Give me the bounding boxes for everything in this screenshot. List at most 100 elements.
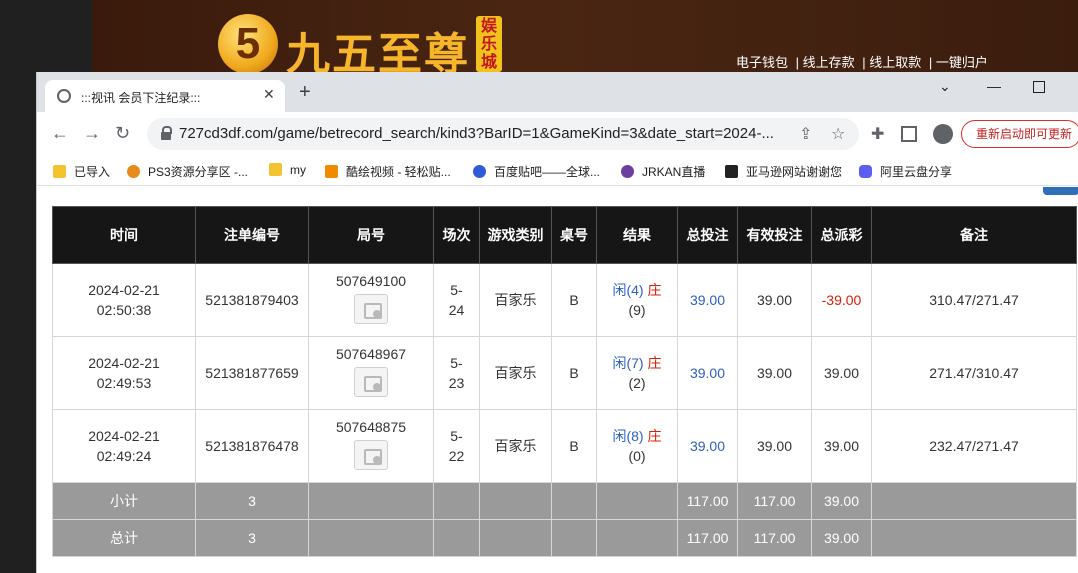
cell-valid-bet: 39.00 <box>737 409 812 483</box>
subtotal-valid-bet: 117.00 <box>737 482 812 520</box>
share-icon[interactable]: ⇪ <box>799 124 812 144</box>
side-panel-icon[interactable] <box>901 126 917 142</box>
cell-time: 2024-02-21 02:49:24 <box>52 409 196 483</box>
relaunch-button[interactable]: 重新启动即可更新 <box>961 120 1078 148</box>
cell-total-bet: 39.00 <box>677 409 738 483</box>
cell-time: 2024-02-21 02:49:53 <box>52 336 196 410</box>
address-bar[interactable]: 727cd3df.com/game/betrecord_search/kind3… <box>147 118 859 150</box>
url-text: 727cd3df.com/game/betrecord_search/kind3… <box>179 125 774 142</box>
close-icon[interactable]: ✕ <box>263 86 275 103</box>
profile-avatar[interactable] <box>933 124 953 144</box>
nav-consolidate[interactable]: 一键归户 <box>936 55 988 70</box>
grand-total-label: 总计 <box>52 519 196 557</box>
grand-total-total-bet: 117.00 <box>677 519 738 557</box>
video-replay-icon[interactable] <box>354 294 388 324</box>
header-total-bet: 总投注 <box>677 206 738 264</box>
subtotal-count: 3 <box>195 482 309 520</box>
bookmarks-bar: 已导入 PS3资源分享区 -... my 酷绘视频 - 轻松贴... 百度贴吧—… <box>37 156 1078 186</box>
new-tab-button[interactable]: + <box>299 82 311 102</box>
bookmark-item[interactable]: PS3资源分享区 -... <box>127 163 248 180</box>
browser-window: :::视讯 会员下注纪录::: ✕ + ⌄ — ← → ↻ 727cd3df.c… <box>36 72 1078 573</box>
cell-note: 232.47/271.47 <box>871 409 1077 483</box>
header-payout: 总派彩 <box>811 206 872 264</box>
video-replay-icon[interactable] <box>354 367 388 397</box>
bookmark-item[interactable]: 亚马逊网站谢谢您 <box>725 163 842 180</box>
grand-total-count: 3 <box>195 519 309 557</box>
cell-result: 闲(8) 庄 (0) <box>596 409 678 483</box>
cell-round: 507648875 <box>308 409 434 483</box>
minimize-button[interactable]: — <box>987 78 1001 94</box>
globe-icon <box>57 89 71 103</box>
star-icon[interactable]: ☆ <box>831 124 845 144</box>
folder-icon <box>53 165 66 178</box>
table-row: 2024-02-21 02:50:38 521381879403 50764910… <box>52 263 1077 337</box>
cell-note: 271.47/310.47 <box>871 336 1077 410</box>
bookmark-item[interactable]: 百度贴吧——全球... <box>473 163 600 180</box>
cell-total-bet: 39.00 <box>677 336 738 410</box>
header-result: 结果 <box>596 206 678 264</box>
cell-bet-no: 521381877659 <box>195 336 309 410</box>
header-valid-bet: 有效投注 <box>737 206 812 264</box>
cell-payout: 39.00 <box>811 409 872 483</box>
header-session: 场次 <box>433 206 480 264</box>
lock-icon <box>161 126 172 140</box>
tab-title: :::视讯 会员下注纪录::: <box>81 91 201 105</box>
cell-game-type: 百家乐 <box>479 263 552 337</box>
bookmark-item[interactable]: my <box>269 163 306 177</box>
cell-valid-bet: 39.00 <box>737 263 812 337</box>
cell-session: 5- 22 <box>433 409 480 483</box>
header-time: 时间 <box>52 206 196 264</box>
nav-deposit[interactable]: 线上存款 <box>803 55 855 70</box>
cell-time: 2024-02-21 02:50:38 <box>52 263 196 337</box>
page-content: 时间 注单编号 局号 场次 游戏类别 桌号 结果 总投注 有效投注 总派彩 备注… <box>37 187 1078 573</box>
cell-valid-bet: 39.00 <box>737 336 812 410</box>
cell-total-bet: 39.00 <box>677 263 738 337</box>
cell-table-no: B <box>551 336 597 410</box>
header-bet-no: 注单编号 <box>195 206 309 264</box>
browser-toolbar: ← → ↻ 727cd3df.com/game/betrecord_search… <box>37 112 1078 156</box>
chevron-down-icon[interactable]: ⌄ <box>939 78 951 95</box>
cell-game-type: 百家乐 <box>479 336 552 410</box>
back-button[interactable]: ← <box>51 124 69 142</box>
cell-note: 310.47/271.47 <box>871 263 1077 337</box>
k-logo-icon <box>325 165 338 178</box>
cell-table-no: B <box>551 409 597 483</box>
nav-wallet[interactable]: 电子钱包 <box>736 55 788 70</box>
subtotal-payout: 39.00 <box>811 482 872 520</box>
cell-session: 5- 24 <box>433 263 480 337</box>
bookmark-item[interactable]: 已导入 <box>53 163 110 180</box>
active-tab[interactable]: :::视讯 会员下注纪录::: ✕ <box>45 80 285 112</box>
forward-button[interactable]: → <box>83 124 101 142</box>
grand-total-valid-bet: 117.00 <box>737 519 812 557</box>
bookmark-item[interactable]: JRKAN直播 <box>621 163 705 180</box>
scroll-top-button[interactable] <box>1043 187 1078 195</box>
bet-record-table: 时间 注单编号 局号 场次 游戏类别 桌号 结果 总投注 有效投注 总派彩 备注… <box>52 206 1077 557</box>
site-logo-badge: 娱乐城 <box>476 16 502 72</box>
cell-result: 闲(7) 庄 (2) <box>596 336 678 410</box>
amazon-icon <box>725 165 738 178</box>
extensions-icon[interactable]: ✚ <box>871 124 884 144</box>
table-row: 2024-02-21 02:49:24 521381876478 50764887… <box>52 409 1077 483</box>
header-round: 局号 <box>308 206 434 264</box>
cell-result: 闲(4) 庄 (9) <box>596 263 678 337</box>
cell-payout: -39.00 <box>811 263 872 337</box>
nav-withdraw[interactable]: 线上取款 <box>869 55 921 70</box>
subtotal-total-bet: 117.00 <box>677 482 738 520</box>
header-table-no: 桌号 <box>551 206 597 264</box>
cell-bet-no: 521381879403 <box>195 263 309 337</box>
grand-total-payout: 39.00 <box>811 519 872 557</box>
cell-round: 507649100 <box>308 263 434 337</box>
subtotal-row: 小计 3 117.00 117.00 39.00 <box>52 482 1077 520</box>
bookmark-item[interactable]: 阿里云盘分享 <box>859 163 952 180</box>
folder-icon <box>269 163 282 176</box>
cell-session: 5- 23 <box>433 336 480 410</box>
bookmark-item[interactable]: 酷绘视频 - 轻松贴... <box>325 163 451 180</box>
maximize-button[interactable] <box>1033 81 1045 93</box>
header-game-type: 游戏类别 <box>479 206 552 264</box>
tiger-icon <box>127 165 140 178</box>
cell-game-type: 百家乐 <box>479 409 552 483</box>
video-replay-icon[interactable] <box>354 440 388 470</box>
reload-button[interactable]: ↻ <box>115 124 130 142</box>
grand-total-row: 总计 3 117.00 117.00 39.00 <box>52 519 1077 557</box>
cell-table-no: B <box>551 263 597 337</box>
